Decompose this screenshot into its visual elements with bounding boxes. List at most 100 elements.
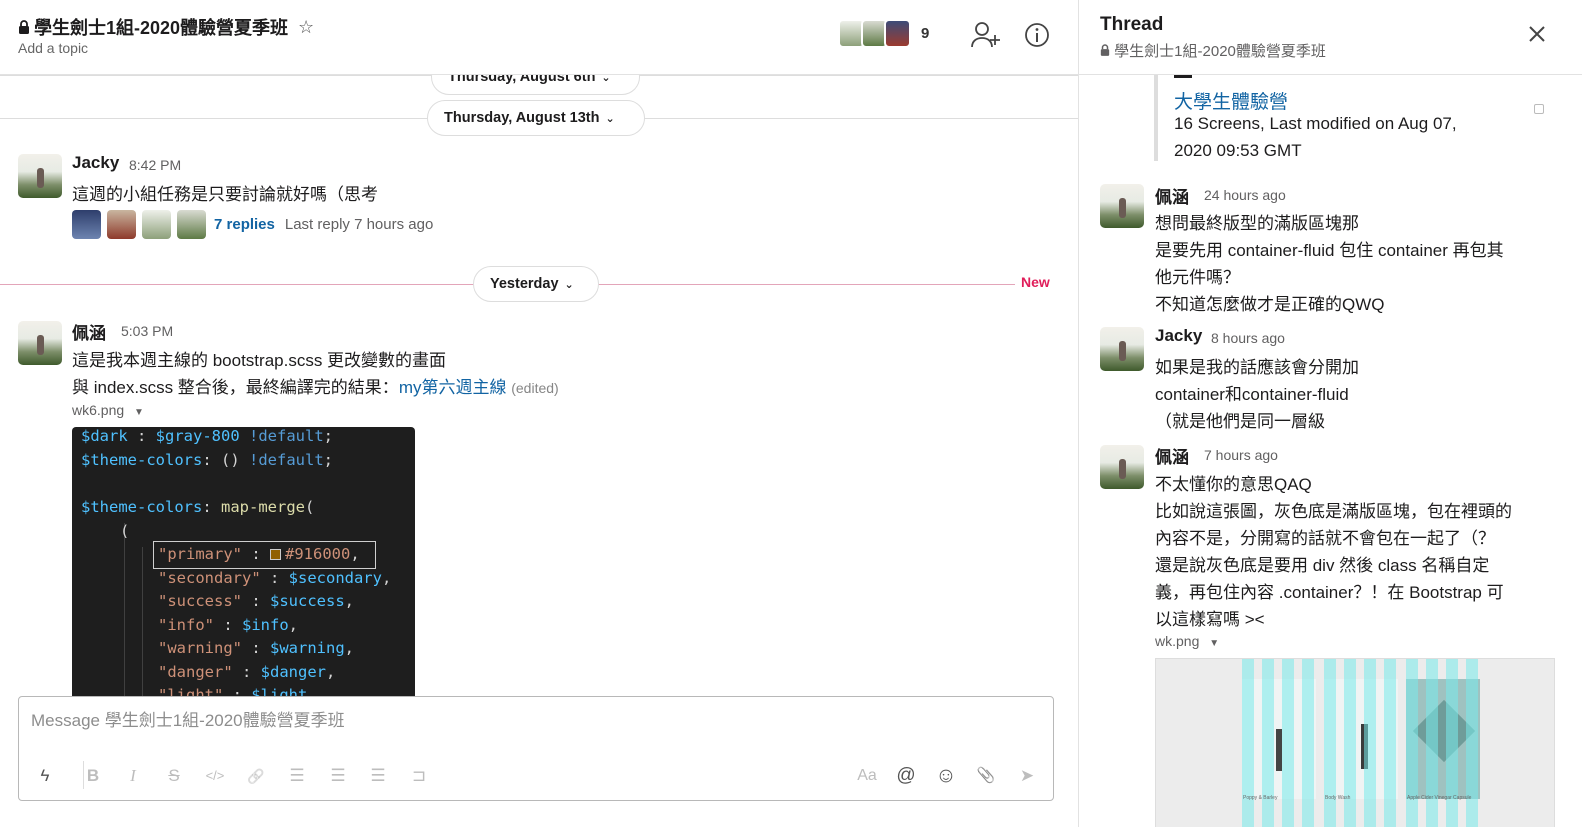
formatting-icon[interactable]: Aa — [853, 763, 881, 789]
reply-time[interactable]: 7 hours ago — [1204, 447, 1278, 463]
message-author[interactable]: Jacky — [72, 153, 119, 173]
mention-icon[interactable]: @ — [894, 763, 918, 789]
avatar[interactable] — [18, 321, 62, 365]
day-divider-yesterday[interactable]: Yesterday ⌄ — [473, 266, 599, 302]
reply-text: 想問最終版型的滿版區塊那 — [1155, 214, 1359, 233]
bulleted-list-icon[interactable]: ☰ — [326, 763, 350, 789]
grid-column — [1384, 659, 1396, 827]
day-label: Yesterday — [490, 276, 559, 292]
file-name-text: wk.png — [1155, 633, 1200, 649]
shortcuts-lightning-icon[interactable]: ϟ — [33, 763, 57, 789]
indent-guide — [142, 547, 143, 707]
grid-column — [1344, 659, 1356, 827]
grid-column — [1426, 659, 1438, 827]
new-messages-label: New — [1021, 274, 1050, 290]
attach-icon[interactable]: 📎 — [974, 763, 998, 789]
strikethrough-icon[interactable]: S — [162, 763, 186, 789]
channel-name: 學生劍士1組-2020體驗營夏季班 — [34, 18, 289, 38]
blockquote-icon[interactable]: ☰ — [366, 763, 390, 789]
message-text: 這週的小組任務是只要討論就好嗎（思考 — [72, 185, 378, 204]
wk-image-preview[interactable]: Poppy & Barley Body Wash Apple Cider Vin… — [1155, 658, 1555, 827]
unfurl-description: 16 Screens, Last modified on Aug 07, — [1174, 114, 1457, 133]
reply-text: 是要先用 container-fluid 包住 container 再包其 — [1155, 241, 1504, 260]
thread-header: Thread 學生劍士1組-2020體驗營夏季班 — [1079, 0, 1582, 75]
reply-avatar — [107, 210, 136, 239]
code-icon[interactable]: </> — [200, 763, 230, 789]
reply-text: 不太懂你的意思QAQ — [1155, 475, 1312, 494]
star-icon[interactable]: ☆ — [298, 17, 314, 38]
grid-column — [1446, 659, 1458, 827]
reply-avatar — [72, 210, 101, 239]
grid-column — [1262, 659, 1274, 827]
message-time[interactable]: 5:03 PM — [121, 323, 173, 339]
indent-guide — [124, 523, 125, 707]
reply-author[interactable]: 佩涵 — [1155, 183, 1189, 208]
code-line: "warning" : $warning, — [158, 639, 354, 657]
member-avatars[interactable]: 9 — [838, 19, 929, 48]
code-block-icon[interactable]: ⊐ — [407, 763, 431, 789]
message-text: 與 index.scss 整合後，最終編譯完的結果：my第六週主線 (edite… — [72, 373, 559, 398]
bold-icon[interactable]: B — [81, 763, 105, 789]
day-label: Thursday, August 13th — [444, 110, 600, 126]
code-line: $theme-colors: map-merge( — [81, 498, 315, 516]
avatar[interactable] — [1100, 327, 1144, 371]
file-name[interactable]: wk6.png ▼ — [72, 402, 144, 418]
reply-text: 如果是我的話應該會分開加 — [1155, 358, 1359, 377]
add-member-button[interactable] — [970, 20, 1002, 50]
color-swatch — [270, 549, 281, 560]
channel-topic[interactable]: Add a topic — [18, 40, 88, 56]
file-name[interactable]: wk.png ▼ — [1155, 633, 1219, 649]
grid-column — [1406, 659, 1418, 827]
member-count: 9 — [921, 25, 930, 42]
avatar[interactable] — [18, 154, 62, 198]
emoji-icon[interactable]: ☺ — [934, 763, 958, 789]
info-icon — [1025, 23, 1049, 47]
grid-column — [1242, 659, 1254, 827]
code-line: "primary" : #916000, — [158, 545, 360, 563]
message-text-part: 與 index.scss 整合後，最終編譯完的結果： — [72, 378, 399, 397]
message-input[interactable] — [31, 711, 931, 731]
unfurl-description: 2020 09:53 GMT — [1174, 141, 1302, 160]
replies-link[interactable]: 7 replies — [214, 216, 275, 233]
chevron-down-icon: ⌄ — [601, 75, 611, 84]
avatar[interactable] — [1100, 184, 1144, 228]
day-divider-aug6[interactable]: Thursday, August 6th ⌄ — [431, 75, 640, 95]
message-link[interactable]: my第六週主線 — [399, 378, 507, 397]
reply-author[interactable]: 佩涵 — [1155, 443, 1189, 468]
caret-down-icon: ▼ — [1209, 638, 1220, 649]
close-icon — [1529, 26, 1545, 42]
message-author[interactable]: 佩涵 — [72, 319, 106, 344]
chevron-down-icon: ⌄ — [564, 279, 574, 291]
ordered-list-icon[interactable]: ☰ — [285, 763, 309, 789]
unfurl-options-icon[interactable] — [1534, 104, 1544, 114]
link-icon[interactable]: 🔗 — [244, 763, 268, 789]
last-reply-text: Last reply 7 hours ago — [284, 216, 434, 233]
avatar[interactable] — [1100, 445, 1144, 489]
caret-down-icon: ▼ — [134, 407, 144, 418]
chevron-down-icon: ⌄ — [605, 113, 615, 125]
channel-title[interactable]: 學生劍士1組-2020體驗營夏季班 ☆ — [18, 14, 314, 40]
message-composer: ϟ B I S </> 🔗 ☰ ☰ ☰ ⊐ Aa @ ☺ 📎 ➤ — [18, 696, 1054, 801]
code-line: $dark : $gray-800 !default; — [81, 427, 334, 445]
code-screenshot[interactable]: $dark : $gray-800 !default; $theme-color… — [72, 427, 415, 707]
reply-time[interactable]: 24 hours ago — [1204, 187, 1286, 203]
channel-header: 學生劍士1組-2020體驗營夏季班 ☆ Add a topic 9 — [0, 0, 1078, 75]
close-thread-button[interactable] — [1525, 22, 1549, 46]
message-time[interactable]: 8:42 PM — [129, 157, 181, 173]
reply-text: 內容不是，分開寫的話就不會包在一起了（？ — [1155, 529, 1495, 548]
reply-text: （就是他們是同一層級 — [1155, 412, 1325, 431]
reply-time[interactable]: 8 hours ago — [1211, 330, 1285, 346]
italic-icon[interactable]: I — [121, 763, 145, 789]
reply-text: 以這樣寫嗎 >< — [1155, 610, 1265, 629]
channel-info-button[interactable] — [1022, 20, 1052, 50]
grid-column — [1466, 659, 1478, 827]
reply-author[interactable]: Jacky — [1155, 326, 1202, 346]
send-icon[interactable]: ➤ — [1015, 763, 1039, 789]
thread-channel[interactable]: 學生劍士1組-2020體驗營夏季班 — [1100, 40, 1326, 61]
thread-replies-summary[interactable]: 7 replies Last reply 7 hours ago — [72, 210, 433, 239]
day-divider-aug13[interactable]: Thursday, August 13th ⌄ — [427, 100, 645, 136]
reply-avatar — [142, 210, 171, 239]
grid-column — [1324, 659, 1336, 827]
unfurl-title-link[interactable]: 大學生體驗營 — [1174, 87, 1288, 114]
reply-text: 義，再包住內容 .container？！在 Bootstrap 可 — [1155, 583, 1504, 602]
